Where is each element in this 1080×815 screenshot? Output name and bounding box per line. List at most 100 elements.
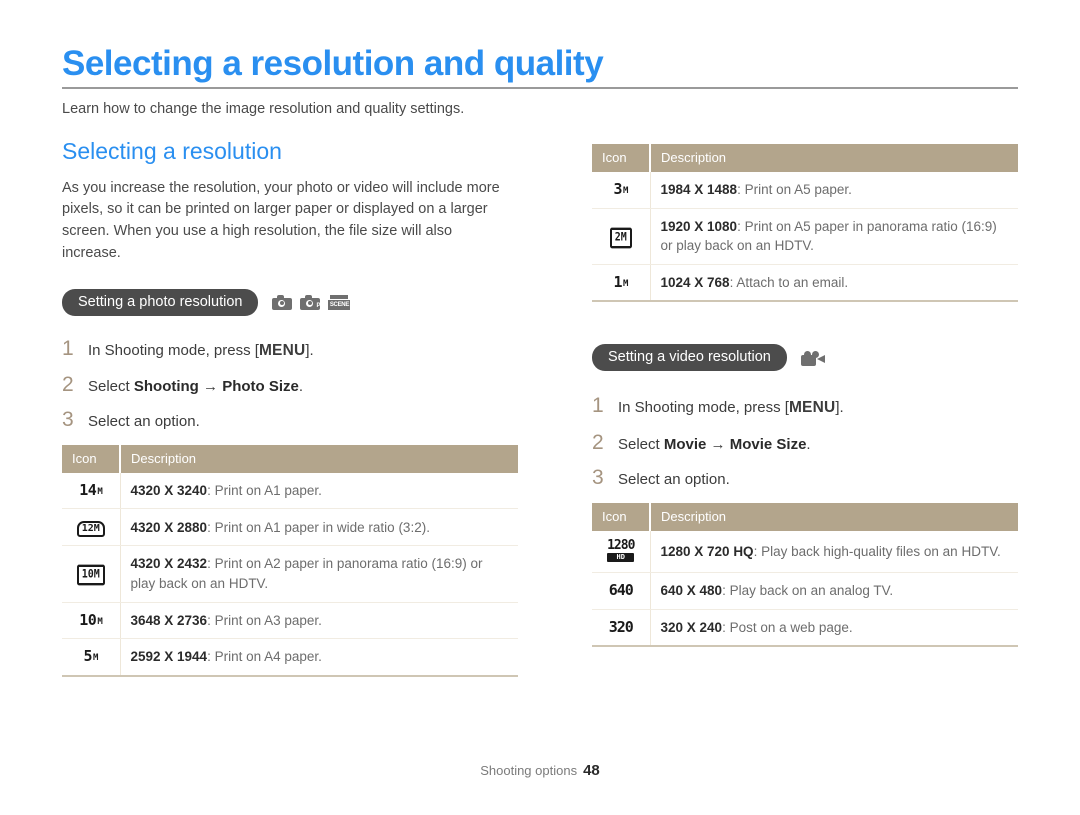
title-divider [62, 86, 1018, 89]
menu-key-label: MENU [788, 399, 836, 417]
section-title-selecting-a-resolution: Selecting a resolution [62, 138, 282, 164]
table-row: 320 320 X 240: Post on a web page. [592, 609, 1018, 648]
resolution-description: 640 X 480: Play back on an analog TV. [650, 572, 1018, 610]
table-row: 1280 HD 1280 X 720 HQ: Play back high-qua… [592, 530, 1018, 574]
resolution-usage: : Print on A4 paper. [207, 649, 322, 665]
video-resolution-table: Icon Description 1280 HD 1280 X 720 HQ: P… [592, 502, 1018, 648]
smart-auto-icon [272, 294, 293, 310]
step-number: 2 [62, 372, 74, 396]
menu-path-arrow: → [706, 435, 730, 453]
resolution-usage: : Post on a web page. [722, 619, 853, 635]
step-text-post: ]. [835, 399, 844, 417]
video-resolution-icon-640: 640 [592, 572, 651, 610]
resolution-value: 1920 X 1080 [660, 218, 738, 234]
resolution-usage: : Attach to an email. [729, 274, 849, 290]
step-item: 3 Select an option. [592, 467, 1018, 490]
table-row: 10M 3648 X 2736: Print on A3 paper. [62, 602, 518, 640]
column-header-icon: Icon [592, 502, 651, 531]
menu-path-second: Photo Size [222, 377, 299, 395]
step-text: In Shooting mode, press [MENU]. [618, 398, 844, 418]
resolution-description: 1920 X 1080: Print on A5 paper in panora… [650, 208, 1018, 265]
section-body-text: As you increase the resolution, your pho… [62, 179, 500, 261]
resolution-description: 1024 X 768: Attach to an email. [650, 264, 1018, 303]
resolution-icon-10m: 10M [62, 602, 121, 640]
table-row: 10M 4320 X 2432: Print on A2 paper in pa… [62, 545, 518, 603]
menu-path-first: Shooting [133, 377, 199, 395]
step-text-pre: In Shooting mode, press [ [618, 399, 789, 417]
resolution-icon-14m: 14M [62, 472, 121, 510]
photo-resolution-heading-row: Setting a photo resolution P SCENE [62, 288, 518, 316]
step-item: 3 Select an option. [62, 409, 518, 432]
step-text: Select an option. [88, 413, 200, 431]
resolution-description: 320 X 240: Post on a web page. [650, 609, 1018, 648]
resolution-icon-3m: 3M [592, 172, 651, 209]
step-text-pre: In Shooting mode, press [ [88, 341, 259, 359]
resolution-description: 2592 X 1944: Print on A4 paper. [120, 638, 518, 677]
resolution-value: 640 X 480 [660, 583, 723, 599]
left-column: Selecting a resolution As you increase t… [62, 138, 518, 677]
table-header-row: Icon Description [592, 144, 1018, 172]
resolution-usage: : Play back on an analog TV. [722, 583, 894, 599]
page-title: Selecting a resolution and quality [62, 44, 604, 83]
step-text-post: ]. [305, 341, 314, 359]
photo-resolution-steps: 1 In Shooting mode, press [MENU]. 2 Sele… [62, 338, 518, 432]
menu-path-first: Movie [663, 435, 707, 453]
movie-mode-icon [800, 349, 825, 366]
table-row: 14M 4320 X 3240: Print on A1 paper. [62, 472, 518, 510]
step-number: 3 [62, 408, 74, 432]
footer-section-label: Shooting options [480, 763, 578, 778]
menu-path-arrow: → [198, 377, 223, 395]
right-column: Icon Description 3M 1984 X 1488: Print o… [592, 138, 1018, 648]
pill-setting-a-video-resolution: Setting a video resolution [592, 344, 787, 372]
resolution-value: 4320 X 3240 [130, 482, 208, 498]
menu-path-second: Movie Size [729, 435, 807, 453]
resolution-description: 4320 X 3240: Print on A1 paper. [120, 472, 518, 510]
table-header-row: Icon Description [62, 444, 518, 473]
step-number: 2 [592, 430, 604, 454]
table-row: 640 640 X 480: Play back on an analog TV… [592, 572, 1018, 610]
step-text-post: . [806, 435, 811, 453]
step-text-post: . [298, 377, 304, 395]
step-text-pre: Select [618, 435, 664, 453]
step-number: 1 [592, 394, 604, 418]
page-subtitle: Learn how to change the image resolution… [62, 100, 465, 117]
resolution-usage: : Print on A3 paper. [207, 612, 322, 628]
step-item: 1 In Shooting mode, press [MENU]. [62, 338, 518, 361]
video-resolution-heading-row: Setting a video resolution [592, 344, 1018, 372]
step-item: 2 Select Movie → Movie Size. [592, 432, 1018, 455]
column-header-icon: Icon [592, 144, 651, 172]
resolution-description: 4320 X 2432: Print on A2 paper in panora… [120, 545, 518, 603]
resolution-usage: : Play back high-quality files on an HDT… [753, 543, 1001, 559]
column-header-description: Description [650, 502, 1018, 531]
resolution-description: 3648 X 2736: Print on A3 paper. [120, 602, 518, 640]
resolution-value: 2592 X 1944 [130, 649, 208, 665]
table-row: 1M 1024 X 768: Attach to an email. [592, 264, 1018, 303]
resolution-icon-5m: 5M [62, 638, 121, 677]
step-text: Select Movie → Movie Size. [618, 435, 811, 455]
resolution-description: 1280 X 720 HQ: Play back high-quality fi… [650, 530, 1018, 574]
column-header-description: Description [650, 144, 1018, 172]
page-header: Selecting a resolution and quality Learn… [62, 44, 1018, 134]
resolution-description: 1984 X 1488: Print on A5 paper. [650, 172, 1018, 209]
video-mode-icons [800, 349, 825, 366]
resolution-description: 4320 X 2880: Print on A1 paper in wide r… [120, 508, 518, 547]
column-header-icon: Icon [62, 444, 121, 473]
resolution-value: 4320 X 2432 [130, 556, 208, 572]
step-text: Select Shooting → Photo Size. [88, 377, 303, 397]
footer-page-number: 48 [583, 762, 600, 779]
step-text: In Shooting mode, press [MENU]. [88, 341, 314, 361]
document-page: Selecting a resolution and quality Learn… [0, 0, 1080, 815]
resolution-value: 3648 X 2736 [130, 612, 208, 628]
step-text-pre: Select [88, 377, 134, 395]
video-resolution-icon-1280-hd: 1280 HD [592, 530, 651, 574]
video-resolution-icon-320: 320 [592, 609, 651, 648]
resolution-icon-2m-panorama: 2M [592, 208, 651, 265]
program-mode-icon: P [300, 294, 321, 310]
table-row: 3M 1984 X 1488: Print on A5 paper. [592, 172, 1018, 209]
table-row: 2M 1920 X 1080: Print on A5 paper in pan… [592, 208, 1018, 265]
step-number: 1 [62, 336, 74, 360]
column-header-description: Description [120, 444, 518, 473]
resolution-icon-12m-wide: 12M [62, 508, 121, 547]
step-item: 2 Select Shooting → Photo Size. [62, 374, 518, 397]
resolution-value: 1024 X 768 [660, 274, 730, 290]
